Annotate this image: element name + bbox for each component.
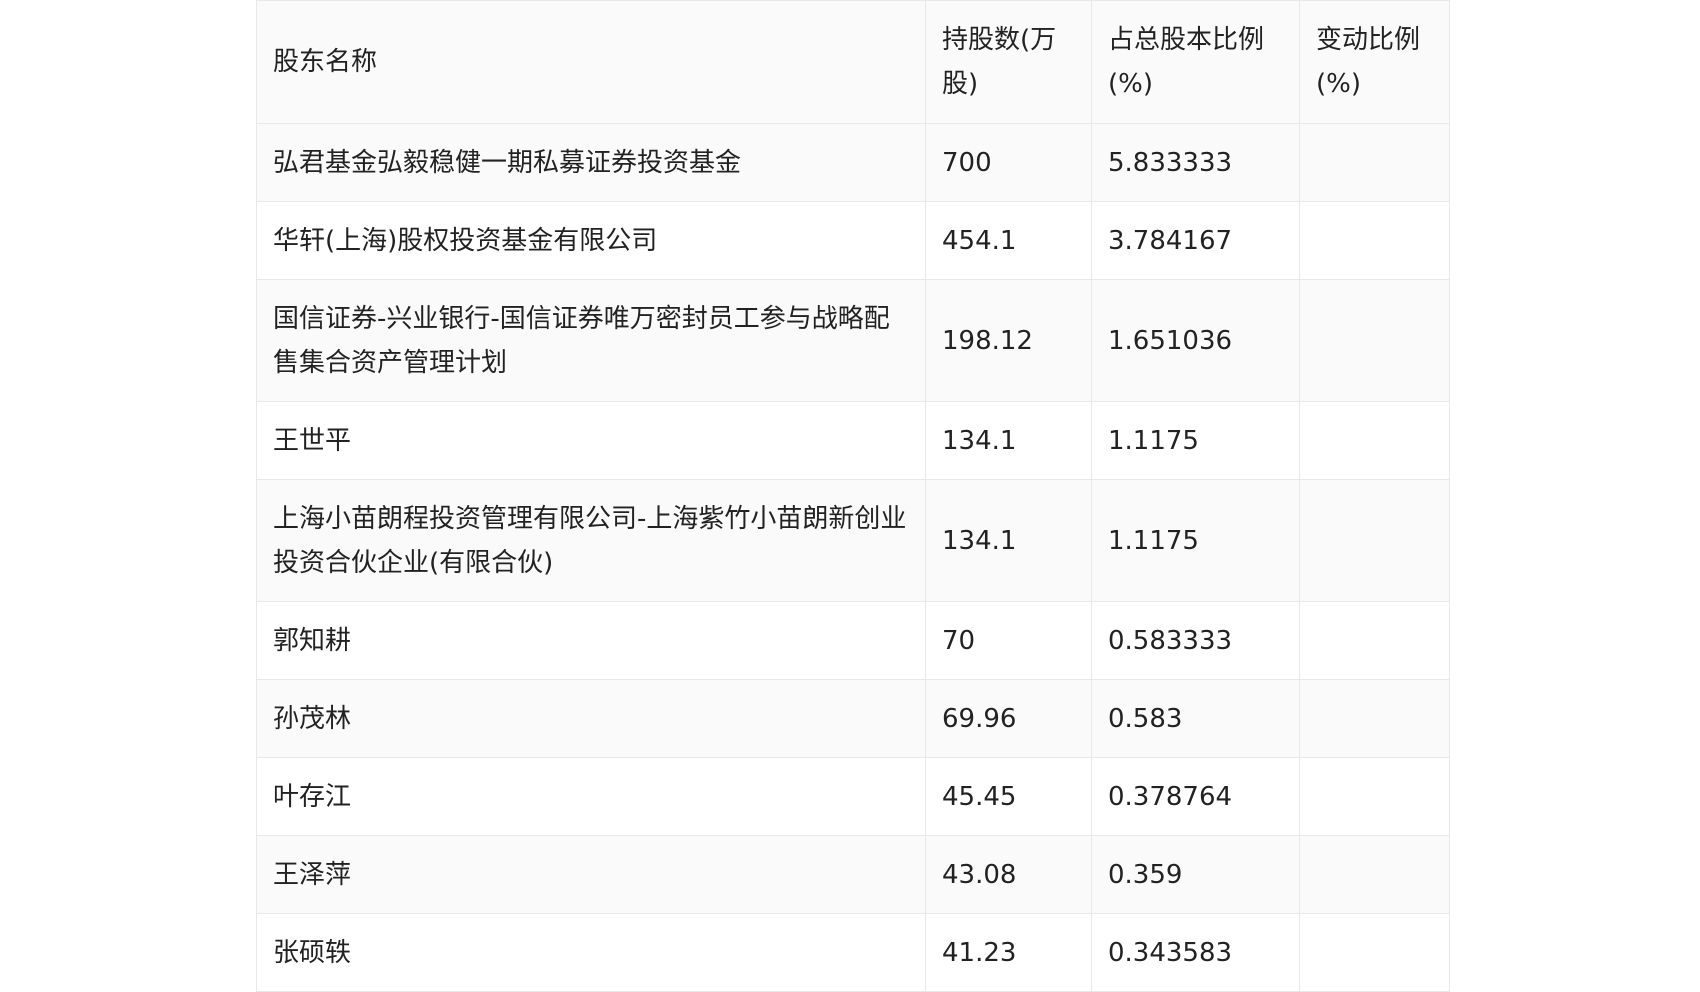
cell-ratio: 0.359 (1091, 835, 1300, 914)
cell-name: 叶存江 (256, 757, 926, 836)
cell-name: 郭知耕 (256, 601, 926, 680)
cell-name: 上海小苗朗程投资管理有限公司-上海紫竹小苗朗新创业投资合伙企业(有限合伙) (256, 479, 926, 602)
header-ratio: 占总股本比例(%) (1091, 0, 1300, 124)
table-row: 叶存江 45.45 0.378764 (256, 757, 1450, 836)
cell-change (1299, 201, 1450, 280)
header-row: 股东名称 持股数(万股) 占总股本比例(%) 变动比例(%) (256, 0, 1450, 124)
cell-change (1299, 757, 1450, 836)
table-row: 孙茂林 69.96 0.583 (256, 679, 1450, 758)
cell-ratio: 1.651036 (1091, 279, 1300, 402)
cell-shares: 70 (925, 601, 1092, 680)
cell-ratio: 1.1175 (1091, 401, 1300, 480)
cell-ratio: 0.583 (1091, 679, 1300, 758)
cell-change (1299, 679, 1450, 758)
cell-change (1299, 835, 1450, 914)
cell-name: 弘君基金弘毅稳健一期私募证券投资基金 (256, 123, 926, 202)
cell-ratio: 0.378764 (1091, 757, 1300, 836)
cell-name: 华轩(上海)股权投资基金有限公司 (256, 201, 926, 280)
cell-shares: 43.08 (925, 835, 1092, 914)
cell-name: 国信证券-兴业银行-国信证券唯万密封员工参与战略配售集合资产管理计划 (256, 279, 926, 402)
table-row: 郭知耕 70 0.583333 (256, 601, 1450, 680)
cell-ratio: 0.583333 (1091, 601, 1300, 680)
table-body: 弘君基金弘毅稳健一期私募证券投资基金 700 5.833333 华轩(上海)股权… (256, 123, 1450, 992)
cell-shares: 134.1 (925, 479, 1092, 602)
table-row: 王泽萍 43.08 0.359 (256, 835, 1450, 914)
cell-shares: 198.12 (925, 279, 1092, 402)
cell-name: 王泽萍 (256, 835, 926, 914)
header-shares: 持股数(万股) (925, 0, 1092, 124)
cell-ratio: 3.784167 (1091, 201, 1300, 280)
cell-name: 张硕轶 (256, 913, 926, 992)
cell-change (1299, 123, 1450, 202)
cell-shares: 700 (925, 123, 1092, 202)
table-header: 股东名称 持股数(万股) 占总股本比例(%) 变动比例(%) (256, 0, 1450, 124)
cell-ratio: 0.343583 (1091, 913, 1300, 992)
cell-shares: 45.45 (925, 757, 1092, 836)
cell-shares: 454.1 (925, 201, 1092, 280)
cell-shares: 134.1 (925, 401, 1092, 480)
shareholder-table-container: 股东名称 持股数(万股) 占总股本比例(%) 变动比例(%) 弘君基金弘毅稳健一… (256, 0, 1450, 992)
table-row: 华轩(上海)股权投资基金有限公司 454.1 3.784167 (256, 201, 1450, 280)
cell-name: 孙茂林 (256, 679, 926, 758)
table-row: 国信证券-兴业银行-国信证券唯万密封员工参与战略配售集合资产管理计划 198.1… (256, 279, 1450, 402)
cell-change (1299, 913, 1450, 992)
cell-change (1299, 601, 1450, 680)
cell-shares: 41.23 (925, 913, 1092, 992)
cell-ratio: 5.833333 (1091, 123, 1300, 202)
cell-change (1299, 279, 1450, 402)
table-row: 王世平 134.1 1.1175 (256, 401, 1450, 480)
table-row: 张硕轶 41.23 0.343583 (256, 913, 1450, 992)
header-change: 变动比例(%) (1299, 0, 1450, 124)
shareholder-table: 股东名称 持股数(万股) 占总股本比例(%) 变动比例(%) 弘君基金弘毅稳健一… (256, 0, 1450, 992)
cell-change (1299, 401, 1450, 480)
table-row: 上海小苗朗程投资管理有限公司-上海紫竹小苗朗新创业投资合伙企业(有限合伙) 13… (256, 479, 1450, 602)
cell-shares: 69.96 (925, 679, 1092, 758)
cell-name: 王世平 (256, 401, 926, 480)
table-row: 弘君基金弘毅稳健一期私募证券投资基金 700 5.833333 (256, 123, 1450, 202)
header-shareholder-name: 股东名称 (256, 0, 926, 124)
cell-change (1299, 479, 1450, 602)
cell-ratio: 1.1175 (1091, 479, 1300, 602)
